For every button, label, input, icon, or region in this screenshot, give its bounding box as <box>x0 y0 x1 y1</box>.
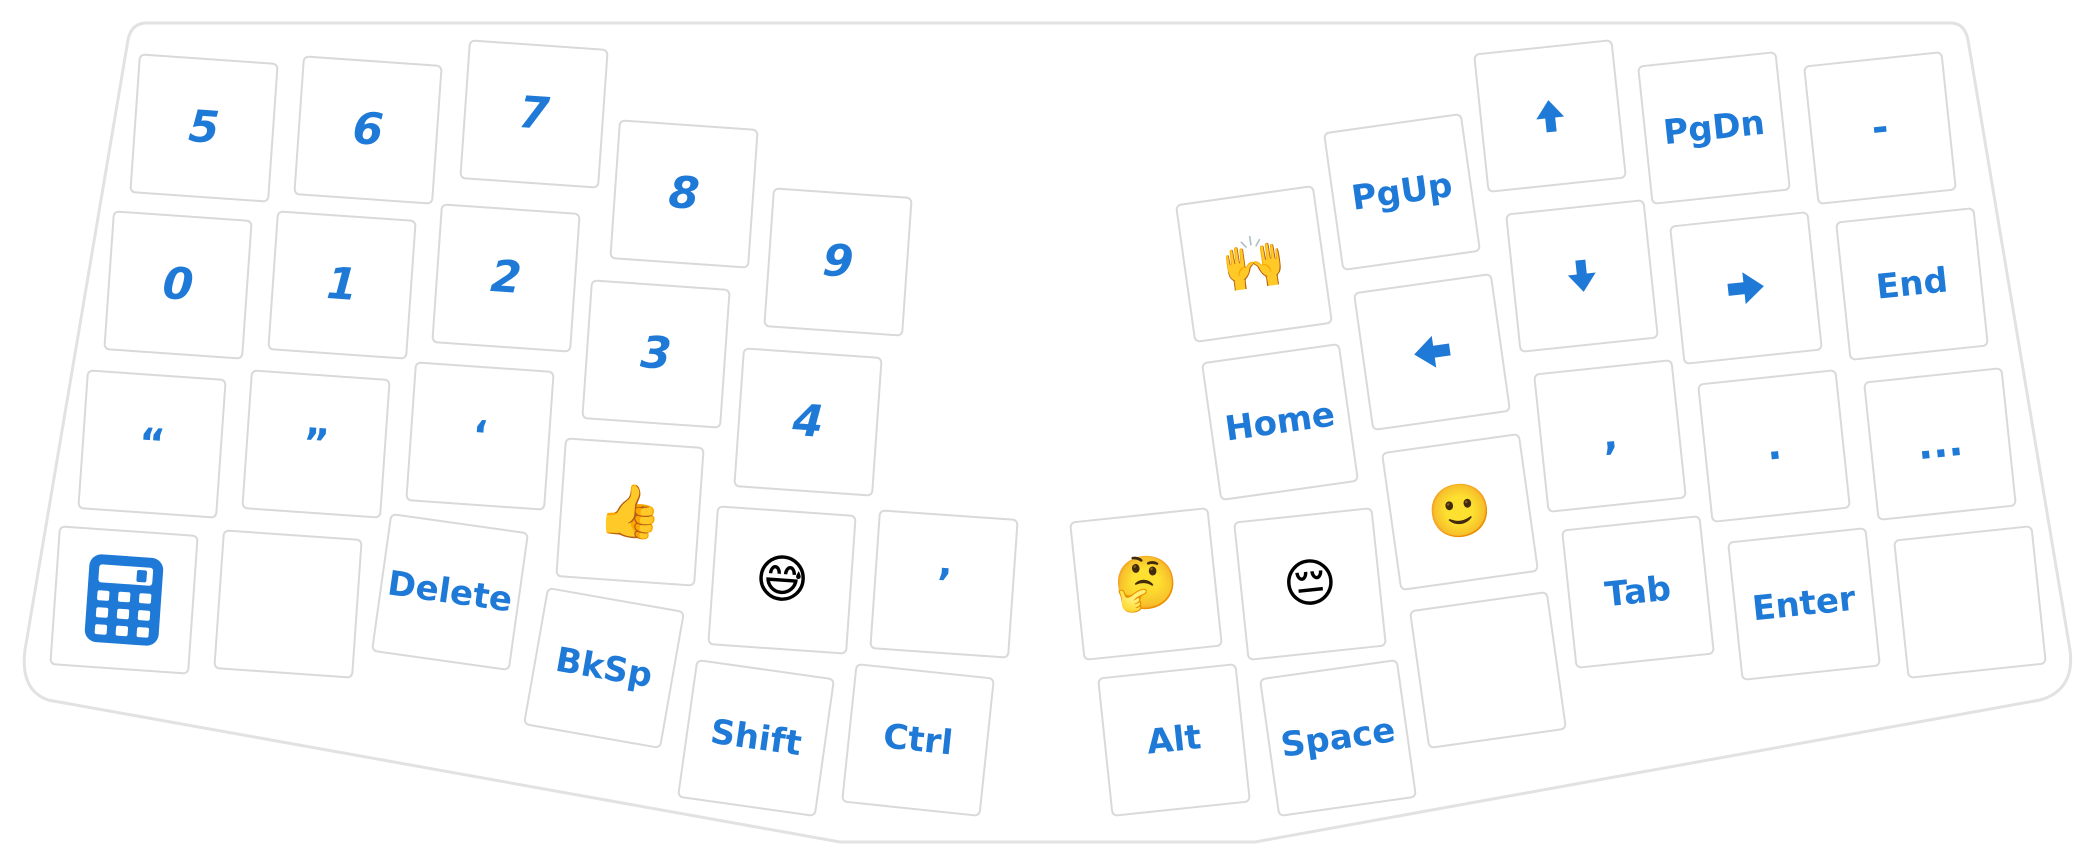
key-label: 6 <box>350 102 386 157</box>
left-arrow-icon <box>1414 335 1451 368</box>
key-label: “ <box>137 420 167 468</box>
key-enter[interactable]: Enter <box>1727 527 1881 681</box>
key-right-double-quote[interactable]: ” <box>241 369 391 519</box>
key-backspace[interactable]: BkSp <box>522 586 686 750</box>
key-9[interactable]: 9 <box>763 187 913 337</box>
key-2[interactable]: 2 <box>431 203 581 353</box>
key-home[interactable]: Home <box>1200 342 1360 502</box>
slight-smile-emoji: 🙂 <box>1423 478 1497 546</box>
key-label: 9 <box>820 234 856 289</box>
up-arrow-icon <box>1536 100 1565 133</box>
key-right-arrow[interactable] <box>1669 211 1823 365</box>
key-label: 0 <box>160 257 196 312</box>
key-pgup[interactable]: PgUp <box>1322 112 1482 272</box>
key-label: . <box>1764 422 1784 470</box>
key-4[interactable]: 4 <box>733 347 883 497</box>
key-label: End <box>1874 260 1950 308</box>
calculator-icon <box>84 554 164 646</box>
key-label: 3 <box>638 326 674 381</box>
key-label: ’ <box>934 560 954 608</box>
key-label: Shift <box>707 711 805 765</box>
key-label: , <box>1600 412 1620 460</box>
sweat-smile-emoji: 😅 <box>752 549 812 611</box>
key-sweat-smile[interactable]: 😅 <box>707 505 857 655</box>
key-label: 2 <box>488 250 524 305</box>
raising-hands-emoji: 🙌 <box>1217 230 1291 298</box>
key-end[interactable]: End <box>1835 207 1989 361</box>
key-delete[interactable]: Delete <box>370 512 530 672</box>
key-0[interactable]: 0 <box>103 210 253 360</box>
key-label: ‘ <box>470 412 490 460</box>
thinking-emoji: 🤔 <box>1110 551 1182 617</box>
key-down-arrow[interactable] <box>1505 199 1659 353</box>
key-7[interactable]: 7 <box>459 39 609 189</box>
key-label: PgUp <box>1349 165 1455 219</box>
key-label: Alt <box>1144 717 1204 763</box>
key-tab[interactable]: Tab <box>1561 515 1715 669</box>
key-slight-smile[interactable]: 🙂 <box>1380 432 1540 592</box>
key-pensive[interactable]: 😔 <box>1233 507 1387 661</box>
key-label: 5 <box>186 100 222 155</box>
key-ctrl[interactable]: Ctrl <box>841 663 995 817</box>
down-arrow-icon <box>1567 259 1596 292</box>
key-label: 4 <box>790 394 826 449</box>
key-label: Enter <box>1750 578 1858 630</box>
key-blank[interactable] <box>213 529 363 679</box>
key-raising-hands[interactable]: 🙌 <box>1174 184 1334 344</box>
key-thumbs-up[interactable]: 👍 <box>555 437 705 587</box>
key-right-single-quote[interactable]: ’ <box>869 509 1019 659</box>
key-label: BkSp <box>552 639 656 697</box>
key-minus[interactable]: - <box>1803 51 1957 205</box>
key-calculator[interactable] <box>49 525 199 675</box>
key-label: 7 <box>516 86 552 141</box>
key-label: - <box>1869 104 1891 152</box>
key-label: Delete <box>385 563 515 621</box>
key-alt[interactable]: Alt <box>1097 663 1251 817</box>
key-thinking[interactable]: 🤔 <box>1069 507 1223 661</box>
key-shift[interactable]: Shift <box>676 658 836 818</box>
key-label: Tab <box>1603 568 1673 616</box>
key-left-double-quote[interactable]: “ <box>77 369 227 519</box>
key-comma[interactable]: , <box>1533 359 1687 513</box>
right-arrow-icon <box>1727 272 1764 305</box>
key-label: Ctrl <box>881 716 955 764</box>
key-3[interactable]: 3 <box>581 279 731 429</box>
key-label: 8 <box>666 166 702 221</box>
key-space[interactable]: Space <box>1258 658 1418 818</box>
key-label: ” <box>301 420 331 468</box>
key-label: Space <box>1278 710 1398 766</box>
key-pgdn[interactable]: PgDn <box>1637 51 1791 205</box>
key-ellipsis[interactable]: ... <box>1863 367 2017 521</box>
key-label: PgDn <box>1661 102 1767 154</box>
key-label: 1 <box>324 257 360 312</box>
key-label: Home <box>1222 394 1338 450</box>
key-blank-far-right[interactable] <box>1893 525 2047 679</box>
key-blank-right[interactable] <box>1408 590 1568 750</box>
key-period[interactable]: . <box>1697 369 1851 523</box>
key-8[interactable]: 8 <box>609 119 759 269</box>
key-left-single-quote[interactable]: ‘ <box>405 361 555 511</box>
thumbs-up-emoji: 👍 <box>595 480 665 544</box>
key-left-arrow[interactable] <box>1352 272 1512 432</box>
key-label: ... <box>1914 418 1966 470</box>
key-5[interactable]: 5 <box>129 53 279 203</box>
pensive-emoji: 😔 <box>1280 552 1340 616</box>
key-up-arrow[interactable] <box>1473 39 1627 193</box>
keyboard-layout: 5 6 7 8 9 0 1 2 3 4 “ ” ‘ 👍 😅 ’ Delete B… <box>0 0 2097 867</box>
key-1[interactable]: 1 <box>267 210 417 360</box>
key-6[interactable]: 6 <box>293 55 443 205</box>
